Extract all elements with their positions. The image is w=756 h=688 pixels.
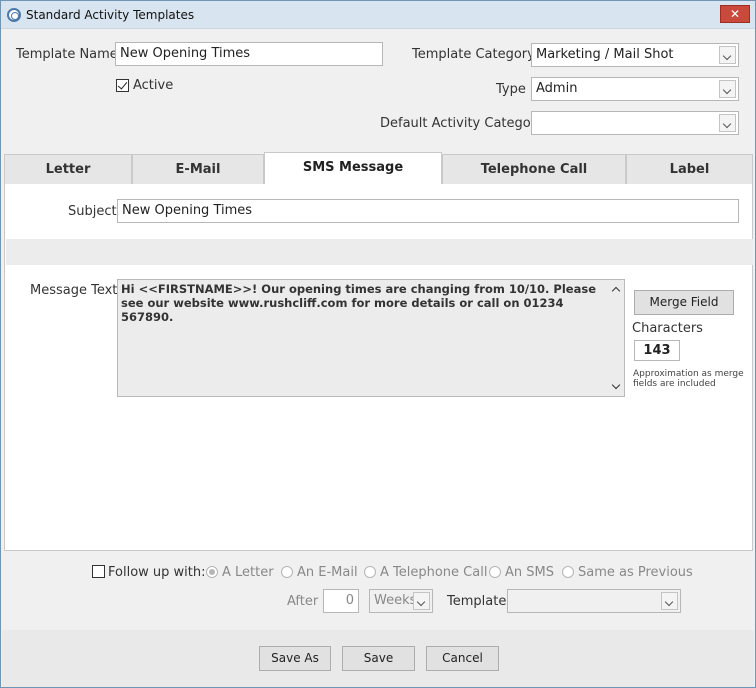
template-name-field[interactable]: New Opening Times (115, 42, 383, 66)
message-text-content: Hi <<FIRSTNAME>>! Our opening times are … (121, 282, 596, 324)
template-label: Template (447, 594, 507, 609)
tab-email[interactable]: E-Mail (132, 154, 264, 185)
type-label: Type (496, 82, 526, 97)
chevron-down-icon[interactable] (413, 592, 430, 610)
unit-select[interactable]: Weeks (369, 589, 433, 613)
radio-an-sms[interactable] (489, 566, 501, 578)
template-name-label: Template Name (16, 47, 118, 62)
separator-band (6, 239, 753, 265)
radio-an-email-label: An E-Mail (297, 565, 358, 580)
tab-label[interactable]: Label (626, 154, 753, 185)
window-title: Standard Activity Templates (26, 8, 195, 22)
template-category-select[interactable]: Marketing / Mail Shot (531, 43, 739, 67)
type-select[interactable]: Admin (531, 77, 739, 101)
message-text-area[interactable]: Hi <<FIRSTNAME>>! Our opening times are … (117, 279, 625, 397)
radio-a-letter[interactable] (206, 566, 218, 578)
radio-a-telephone-call-label: A Telephone Call (380, 565, 488, 580)
characters-label: Characters (632, 321, 703, 336)
message-text-label: Message Text (30, 283, 118, 298)
subject-field[interactable]: New Opening Times (117, 199, 739, 223)
merge-field-button[interactable]: Merge Field (634, 290, 734, 315)
characters-count: 143 (634, 340, 680, 361)
chevron-down-icon[interactable] (719, 46, 736, 64)
scroll-down-icon[interactable] (611, 380, 621, 390)
save-as-button[interactable]: Save As (259, 646, 331, 671)
chevron-down-icon[interactable] (661, 592, 678, 610)
radio-same-as-previous[interactable] (562, 566, 574, 578)
after-value-field[interactable]: 0 (323, 589, 359, 613)
active-checkbox[interactable] (116, 79, 129, 92)
follow-up-checkbox[interactable] (92, 565, 105, 578)
tab-telephone-call[interactable]: Telephone Call (442, 154, 626, 185)
tab-strip: Letter E-Mail SMS Message Telephone Call… (4, 152, 753, 185)
follow-up-label: Follow up with: (108, 565, 206, 580)
radio-an-email[interactable] (281, 566, 293, 578)
title-bar: Standard Activity Templates ✕ (1, 1, 755, 29)
close-button[interactable]: ✕ (720, 5, 750, 23)
tab-sms-message[interactable]: SMS Message (264, 152, 442, 185)
radio-a-telephone-call[interactable] (364, 566, 376, 578)
type-value: Admin (536, 81, 578, 96)
app-icon (7, 8, 21, 22)
active-label: Active (133, 78, 174, 93)
radio-an-sms-label: An SMS (505, 565, 554, 580)
chevron-down-icon[interactable] (719, 114, 736, 132)
approximation-note: Approximation as merge fields are includ… (633, 369, 744, 389)
message-scrollbar[interactable] (608, 280, 624, 396)
cancel-button[interactable]: Cancel (426, 646, 499, 671)
dialog-window: Standard Activity Templates ✕ Template N… (0, 0, 756, 688)
radio-a-letter-label: A Letter (222, 565, 274, 580)
unit-value: Weeks (374, 593, 417, 608)
scroll-up-icon[interactable] (611, 286, 621, 296)
after-label: After (287, 594, 319, 609)
default-activity-category-select[interactable] (531, 111, 739, 135)
default-activity-category-label: Default Activity Category (380, 116, 544, 131)
template-category-label: Template Category (412, 47, 535, 62)
sms-message-panel: Subject New Opening Times Message Text H… (4, 184, 753, 551)
template-select[interactable] (507, 589, 681, 613)
chevron-down-icon[interactable] (719, 80, 736, 98)
tab-letter[interactable]: Letter (4, 154, 132, 185)
radio-same-as-previous-label: Same as Previous (578, 565, 693, 580)
template-category-value: Marketing / Mail Shot (536, 47, 674, 62)
save-button[interactable]: Save (342, 646, 415, 671)
subject-label: Subject (68, 204, 117, 219)
